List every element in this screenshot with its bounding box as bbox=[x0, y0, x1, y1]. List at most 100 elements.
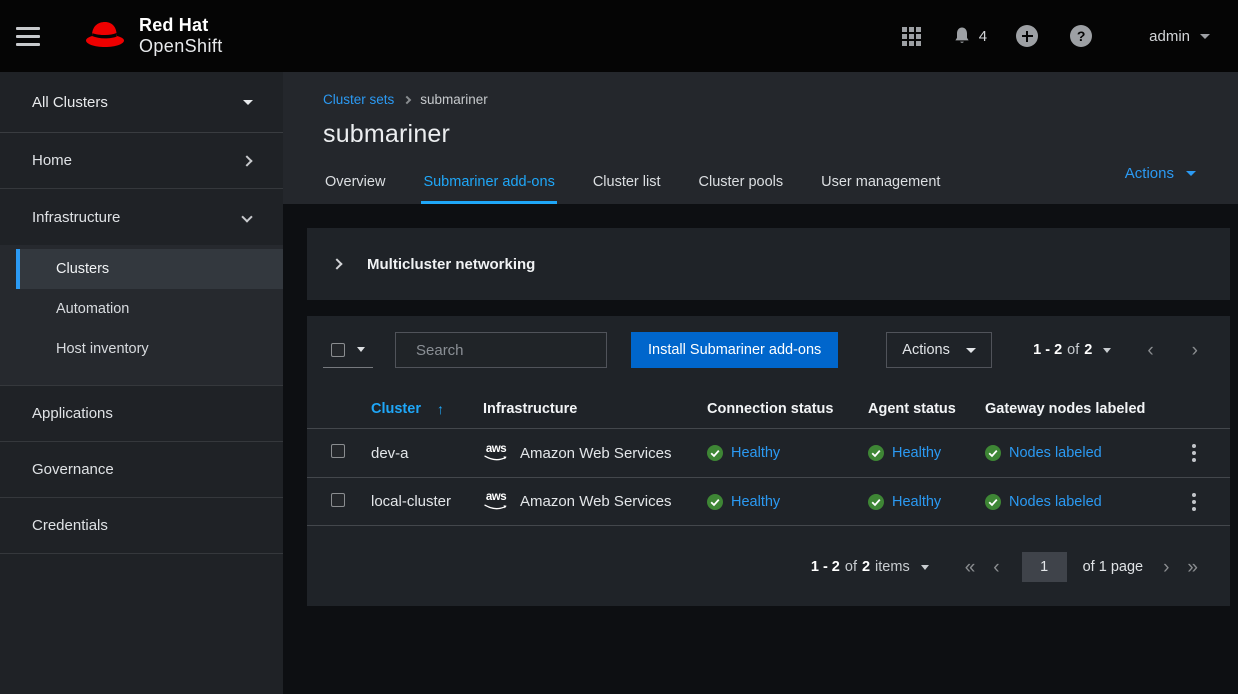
nav-toggle-hamburger-icon[interactable] bbox=[16, 16, 56, 56]
sidebar-item-governance[interactable]: Governance bbox=[0, 442, 283, 498]
infrastructure-label: Amazon Web Services bbox=[520, 445, 671, 462]
sidebar-item-clusters[interactable]: Clusters bbox=[16, 249, 283, 289]
page-actions-dropdown[interactable]: Actions bbox=[1125, 165, 1196, 182]
tab-cluster-pools[interactable]: Cluster pools bbox=[697, 164, 786, 204]
next-page-button[interactable]: › bbox=[1157, 554, 1175, 581]
sidebar-item-host-inventory[interactable]: Host inventory bbox=[0, 329, 283, 369]
caret-down-icon bbox=[357, 347, 365, 352]
gateway-nodes-link[interactable]: Nodes labeled bbox=[1009, 445, 1102, 461]
check-circle-icon bbox=[868, 445, 884, 461]
table-actions-dropdown[interactable]: Actions bbox=[886, 332, 992, 368]
notifications-bell-icon[interactable]: 4 bbox=[952, 16, 987, 56]
multicluster-networking-expandable[interactable]: Multicluster networking bbox=[307, 228, 1230, 300]
column-label: Cluster bbox=[371, 401, 421, 417]
check-circle-icon bbox=[707, 445, 723, 461]
table-row: dev-a aws Amazon Web Services Healthy bbox=[307, 428, 1230, 477]
agent-status-link[interactable]: Healthy bbox=[892, 494, 941, 510]
gateway-nodes-link[interactable]: Nodes labeled bbox=[1009, 494, 1102, 510]
masthead: Red Hat OpenShift 4 ? admin bbox=[0, 0, 1238, 72]
infrastructure-submenu: Clusters Automation Host inventory bbox=[0, 245, 283, 386]
install-submariner-add-ons-button[interactable]: Install Submariner add-ons bbox=[631, 332, 838, 368]
pagination-range: 1 - 2 bbox=[1033, 342, 1062, 358]
app-launcher-grid-icon[interactable] bbox=[892, 16, 932, 56]
actions-label: Actions bbox=[1125, 165, 1174, 182]
column-header-infrastructure: Infrastructure bbox=[473, 401, 697, 417]
pagination-of: of bbox=[845, 559, 857, 575]
user-menu-dropdown[interactable]: admin bbox=[1149, 28, 1210, 45]
column-header-gateway-nodes-labeled: Gateway nodes labeled bbox=[973, 401, 1166, 417]
row-checkbox[interactable] bbox=[331, 493, 345, 507]
connection-status-link[interactable]: Healthy bbox=[731, 445, 780, 461]
page-header: Cluster sets submariner submariner Actio… bbox=[283, 72, 1238, 204]
question-circle-icon: ? bbox=[1070, 25, 1092, 47]
tab-bar: Overview Submariner add-ons Cluster list… bbox=[323, 164, 1198, 204]
plus-circle-icon bbox=[1016, 25, 1038, 47]
row-kebab-menu-icon[interactable] bbox=[1186, 487, 1202, 517]
breadcrumb: Cluster sets submariner bbox=[323, 92, 1198, 107]
caret-down-icon bbox=[243, 100, 253, 105]
help-button[interactable]: ? bbox=[1061, 16, 1101, 56]
pagination-summary-dropdown[interactable]: 1 - 2 of 2 bbox=[1033, 342, 1111, 358]
sidebar-item-credentials[interactable]: Credentials bbox=[0, 498, 283, 554]
check-circle-icon bbox=[868, 494, 884, 510]
row-checkbox[interactable] bbox=[331, 444, 345, 458]
sidebar-nav: All Clusters Home Infrastructure Cluster… bbox=[0, 72, 283, 694]
perspective-switcher-all-clusters[interactable]: All Clusters bbox=[0, 72, 283, 133]
bell-icon bbox=[952, 26, 972, 46]
pagination-total: 2 bbox=[862, 559, 870, 575]
caret-down-icon bbox=[1103, 348, 1111, 353]
pagination-items-word: items bbox=[875, 559, 910, 575]
tab-user-management[interactable]: User management bbox=[819, 164, 942, 204]
sidebar-item-label: Automation bbox=[56, 301, 129, 317]
agent-status-link[interactable]: Healthy bbox=[892, 445, 941, 461]
sidebar-item-label: Credentials bbox=[32, 517, 108, 534]
tab-submariner-add-ons[interactable]: Submariner add-ons bbox=[421, 164, 556, 204]
infrastructure-label: Amazon Web Services bbox=[520, 493, 671, 510]
sidebar-item-label: Host inventory bbox=[56, 341, 149, 357]
table-row: local-cluster aws Amazon Web Services He… bbox=[307, 477, 1230, 526]
search-input[interactable] bbox=[416, 342, 615, 359]
first-page-button[interactable]: « bbox=[959, 554, 982, 581]
previous-page-button[interactable]: ‹ bbox=[987, 554, 1005, 581]
pagination-summary-dropdown[interactable]: 1 - 2 of 2 items bbox=[811, 559, 929, 575]
pagination-bottom: 1 - 2 of 2 items « ‹ of 1 page › » bbox=[307, 552, 1230, 606]
tab-cluster-list[interactable]: Cluster list bbox=[591, 164, 663, 204]
column-header-cluster[interactable]: Cluster ↑ bbox=[363, 401, 473, 417]
last-page-button[interactable]: » bbox=[1181, 554, 1204, 581]
pagination-total: 2 bbox=[1084, 342, 1092, 358]
create-button[interactable] bbox=[1007, 16, 1047, 56]
caret-down-icon bbox=[921, 565, 929, 570]
sidebar-item-label: Infrastructure bbox=[32, 209, 120, 226]
sidebar-item-automation[interactable]: Automation bbox=[0, 289, 283, 329]
chevron-down-icon bbox=[241, 211, 252, 222]
actions-label: Actions bbox=[902, 342, 950, 358]
sidebar-item-home[interactable]: Home bbox=[0, 133, 283, 189]
sidebar-item-label: Applications bbox=[32, 405, 113, 422]
check-circle-icon bbox=[985, 494, 1001, 510]
connection-status-link[interactable]: Healthy bbox=[731, 494, 780, 510]
sidebar-item-applications[interactable]: Applications bbox=[0, 386, 283, 442]
select-all-checkbox[interactable] bbox=[331, 343, 345, 357]
bulk-select-dropdown[interactable] bbox=[323, 333, 373, 368]
sidebar-item-infrastructure[interactable]: Infrastructure bbox=[0, 189, 283, 245]
sidebar-item-label: Clusters bbox=[56, 261, 109, 277]
current-page-input[interactable] bbox=[1022, 552, 1067, 582]
row-kebab-menu-icon[interactable] bbox=[1186, 438, 1202, 468]
chevron-right-icon bbox=[241, 155, 252, 166]
breadcrumb-link-cluster-sets[interactable]: Cluster sets bbox=[323, 92, 394, 107]
tab-overview[interactable]: Overview bbox=[323, 164, 387, 204]
redhat-fedora-icon bbox=[82, 19, 128, 53]
pagination-range: 1 - 2 bbox=[811, 559, 840, 575]
table-header-row: Cluster ↑ Infrastructure Connection stat… bbox=[307, 390, 1230, 428]
pagination-of: of bbox=[1067, 342, 1079, 358]
caret-down-icon bbox=[966, 348, 976, 353]
page-count-label: of 1 page bbox=[1083, 559, 1143, 575]
next-page-button[interactable]: › bbox=[1184, 337, 1206, 364]
notification-count: 4 bbox=[979, 28, 987, 45]
column-header-connection-status: Connection status bbox=[697, 401, 858, 417]
table-toolbar: Install Submariner add-ons Actions 1 - 2… bbox=[307, 332, 1230, 368]
previous-page-button[interactable]: ‹ bbox=[1139, 337, 1161, 364]
sidebar-item-label: Governance bbox=[32, 461, 114, 478]
search-box bbox=[395, 332, 607, 368]
page-content: Multicluster networking bbox=[283, 204, 1238, 694]
